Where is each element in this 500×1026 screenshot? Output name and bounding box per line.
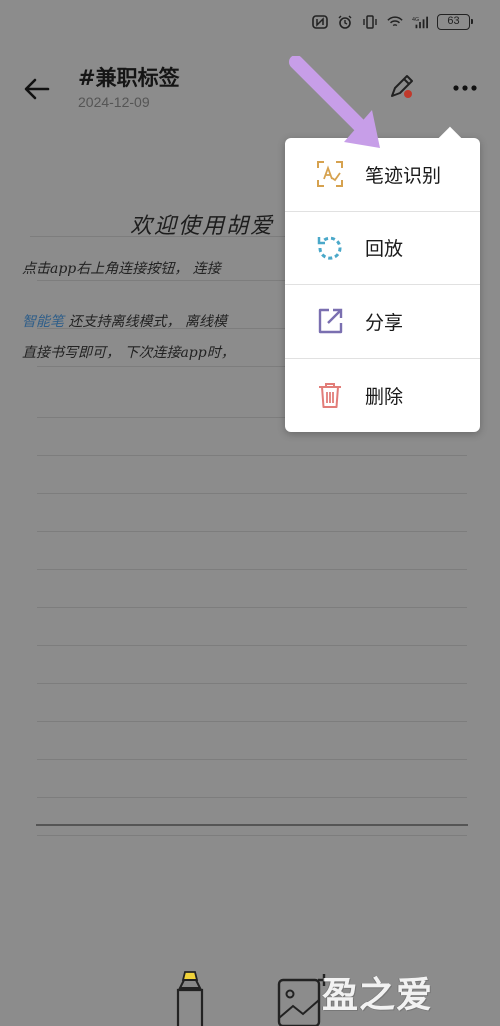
- more-options-icon[interactable]: [450, 78, 480, 98]
- vibrate-icon: [363, 15, 377, 29]
- handwritten-heading: 欢迎使用胡爱: [130, 214, 275, 239]
- trash-icon: [319, 383, 341, 409]
- handwritten-highlight: 智能笔: [22, 314, 64, 330]
- handwritten-line-1: 点击app右上角连接按钮， 连接: [22, 261, 221, 277]
- signal-icon: 4G: [412, 16, 428, 29]
- page-bottom-border: [36, 824, 468, 826]
- replay-icon: [317, 236, 342, 260]
- menu-label-handwriting-recognition: 笔迹识别: [365, 164, 442, 187]
- nfc-icon: [312, 15, 328, 29]
- menu-item-share[interactable]: 分享: [285, 285, 480, 359]
- status-bar: 4G 63: [0, 0, 500, 46]
- menu-label-share: 分享: [365, 311, 404, 334]
- options-menu: 笔迹识别 回放 分享 删除: [285, 138, 480, 432]
- watermark-logo: 盈之爱: [322, 975, 434, 1016]
- back-arrow-icon[interactable]: [22, 74, 52, 104]
- note-date: 2024-12-09: [78, 94, 150, 110]
- share-icon: [318, 309, 343, 334]
- alarm-icon: [338, 15, 352, 29]
- handwritten-line-3: 直接书写即可， 下次连接app时，: [22, 345, 235, 361]
- svg-text:4G: 4G: [412, 17, 419, 23]
- highlighter-pen-icon[interactable]: [168, 968, 212, 1026]
- menu-label-delete: 删除: [365, 385, 404, 408]
- handwritten-line-2-rest: 还支持离线模式， 离线模: [64, 314, 227, 330]
- menu-item-replay[interactable]: 回放: [285, 212, 480, 285]
- wifi-icon: [387, 16, 403, 27]
- handwritten-line-2: 智能笔 还支持离线模式， 离线模: [22, 311, 227, 331]
- menu-label-replay: 回放: [365, 238, 404, 261]
- handwriting-recognition-icon: [317, 161, 343, 188]
- page-title: #兼职标签: [78, 66, 180, 90]
- menu-item-delete[interactable]: 删除: [285, 359, 480, 433]
- battery-indicator: 63: [437, 14, 473, 30]
- pointer-arrow-icon: [289, 56, 380, 148]
- pen-connect-icon[interactable]: [386, 70, 418, 102]
